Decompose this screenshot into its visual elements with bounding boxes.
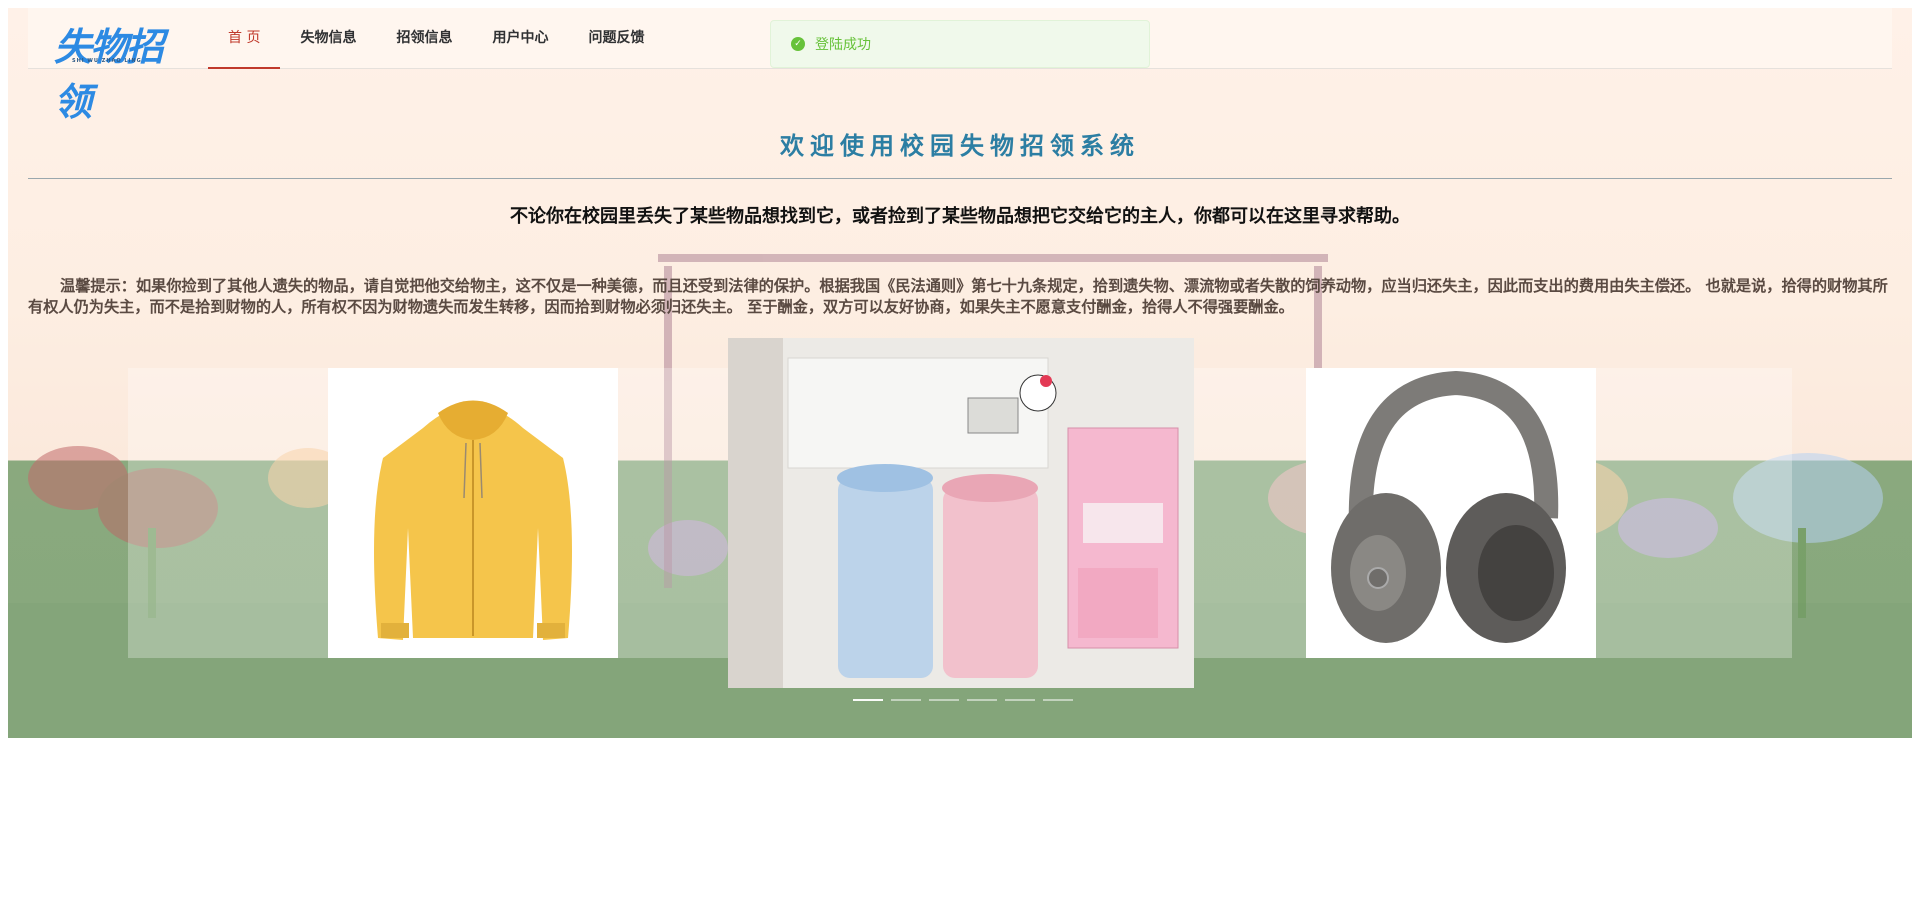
title-divider bbox=[28, 178, 1892, 179]
check-circle-icon: ✓ bbox=[791, 37, 805, 51]
carousel-indicator[interactable] bbox=[967, 699, 997, 701]
carousel-indicators bbox=[853, 699, 1073, 701]
carousel-indicator[interactable] bbox=[929, 699, 959, 701]
page-subtitle: 不论你在校园里丢失了某些物品想找到它，或者捡到了某些物品想把它交给它的主人，你都… bbox=[510, 206, 1410, 227]
sanrio-cups-image bbox=[728, 338, 1194, 688]
logo-subtext: SHI WU ZHAO LING bbox=[72, 58, 142, 64]
carousel-indicator[interactable] bbox=[853, 699, 883, 701]
image-carousel[interactable] bbox=[128, 338, 1792, 708]
page-background: 失物招领 SHI WU ZHAO LING 首 页 失物信息 招领信息 用户中心… bbox=[8, 8, 1912, 738]
success-toast: ✓ 登陆成功 bbox=[770, 20, 1150, 68]
menu-item-lost-info[interactable]: 失物信息 bbox=[280, 8, 376, 69]
notice-text: 温馨提示：如果你捡到了其他人遗失的物品，请自觉把他交给物主，这不仅是一种美德，而… bbox=[28, 277, 1888, 316]
menu-item-found-info[interactable]: 招领信息 bbox=[376, 8, 472, 69]
headphones-image bbox=[1306, 368, 1596, 658]
carousel-indicator[interactable] bbox=[1043, 699, 1073, 701]
menu-item-feedback[interactable]: 问题反馈 bbox=[568, 8, 664, 69]
menu-item-home[interactable]: 首 页 bbox=[208, 8, 281, 69]
site-logo[interactable]: 失物招领 SHI WU ZHAO LING bbox=[48, 14, 190, 124]
carousel-slide-hoodie[interactable] bbox=[328, 368, 618, 658]
toast-message: 登陆成功 bbox=[815, 37, 871, 53]
carousel-indicator[interactable] bbox=[891, 699, 921, 701]
page-title: 欢迎使用校园失物招领系统 bbox=[780, 132, 1140, 160]
carousel-slide-cups[interactable] bbox=[728, 338, 1194, 688]
carousel-slide-headphones[interactable] bbox=[1306, 368, 1596, 658]
carousel-indicator[interactable] bbox=[1005, 699, 1035, 701]
menu-item-user-center[interactable]: 用户中心 bbox=[472, 8, 568, 69]
yellow-hoodie-image bbox=[328, 368, 618, 658]
logo-text: 失物招领 bbox=[54, 24, 164, 124]
main-menu: 首 页 失物信息 招领信息 用户中心 问题反馈 bbox=[208, 8, 664, 69]
